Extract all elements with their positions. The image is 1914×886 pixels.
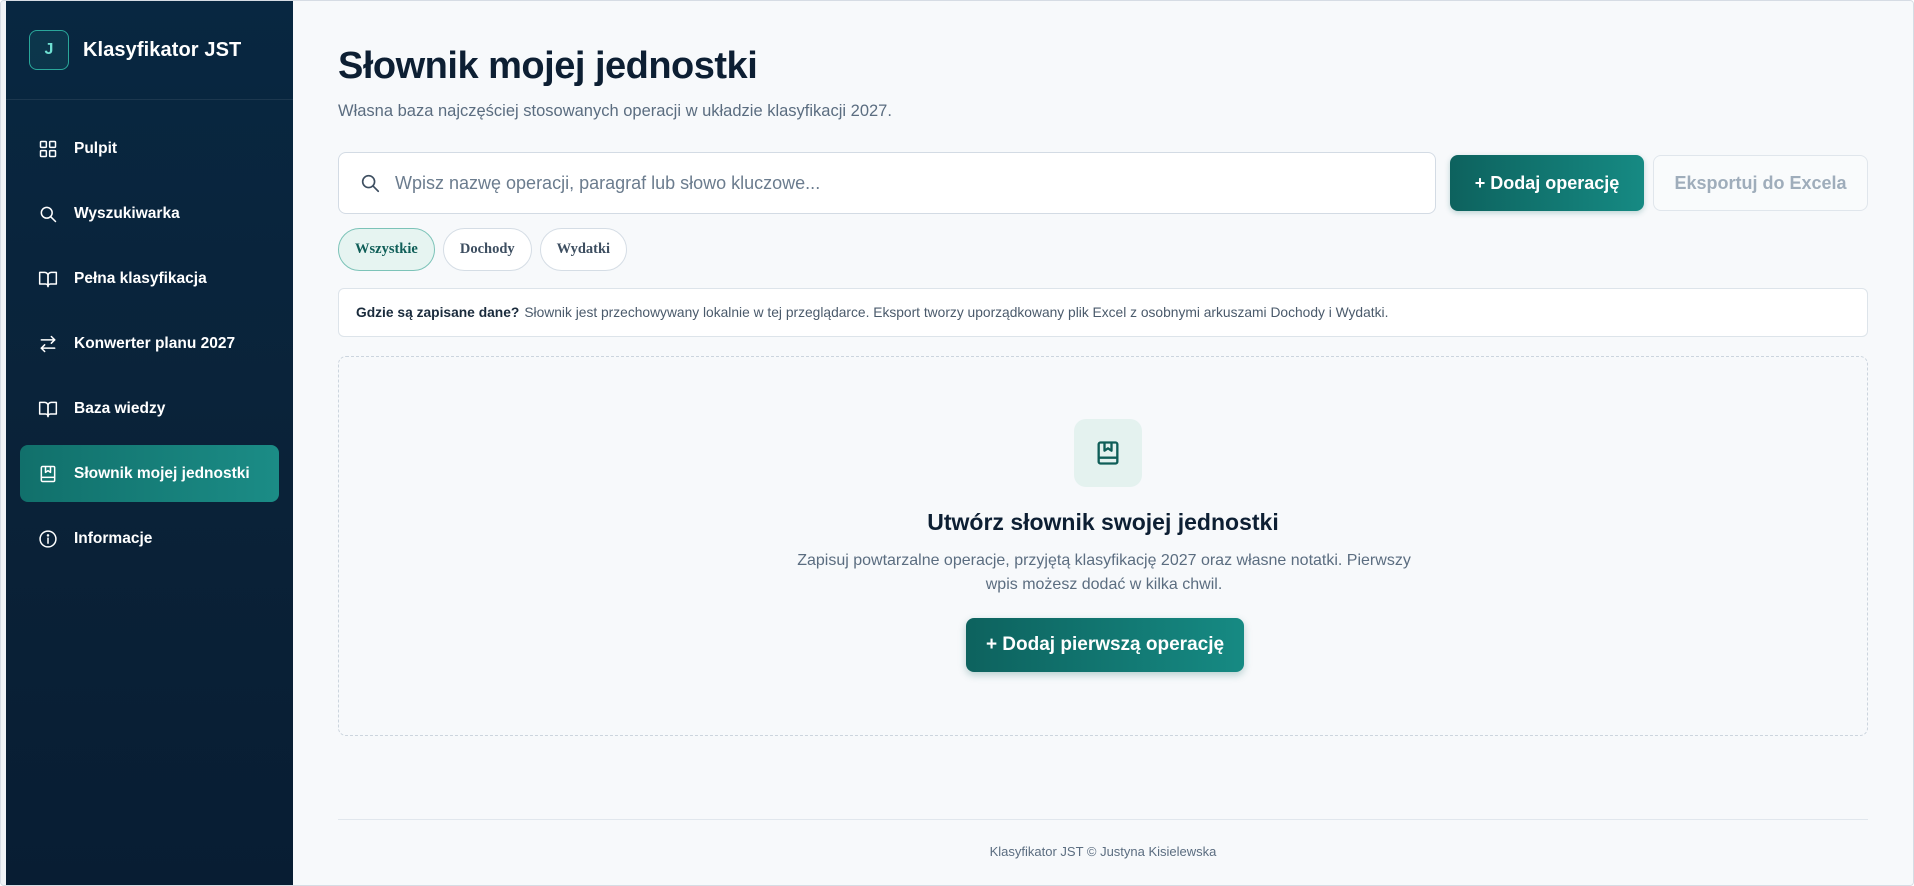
brand-name: Klasyfikator JST [83, 38, 242, 61]
info-text: Słownik jest przechowywany lokalnie w te… [524, 305, 1389, 320]
sidebar-item-label: Baza wiedzy [74, 399, 166, 417]
storage-info-box: Gdzie są zapisane dane? Słownik jest prz… [338, 288, 1868, 337]
grid-icon [39, 140, 57, 157]
footer-divider [338, 819, 1868, 820]
sidebar-item-wyszukiwarka[interactable]: Wyszukiwarka [20, 185, 279, 242]
book-open-icon [38, 271, 58, 287]
search-icon [40, 206, 57, 222]
sidebar-item-label: Pulpit [74, 139, 118, 157]
sidebar-item-pulpit[interactable]: Pulpit [20, 120, 279, 177]
add-first-operation-button[interactable]: + Dodaj pierwszą operację [966, 618, 1244, 672]
filter-chip-wydatki[interactable]: Wydatki [539, 228, 628, 271]
footer-text: Klasyfikator JST © Justyna Kisielewska [989, 844, 1217, 859]
filter-chip-wszystkie[interactable]: Wszystkie [338, 228, 435, 271]
empty-state-text: Zapisuj powtarzalne operacje, przyjętą k… [797, 552, 1411, 593]
sidebar-item-label: Wyszukiwarka [74, 204, 180, 222]
add-operation-button[interactable]: + Dodaj operację [1450, 155, 1644, 211]
sidebar-item-label: Informacje [74, 529, 153, 547]
main-content: Słownik mojej jednostki Własna baza najc… [293, 1, 1913, 885]
sidebar-item-label: Pełna klasyfikacja [74, 269, 207, 287]
search-icon [361, 174, 380, 193]
info-question: Gdzie są zapisane dane? [356, 305, 520, 320]
page-subtitle: Własna baza najczęściej stosowanych oper… [338, 102, 892, 120]
book-open-icon [38, 401, 58, 417]
brand[interactable]: J Klasyfikator JST [6, 1, 293, 100]
sidebar-item-baza-wiedzy[interactable]: Baza wiedzy [20, 380, 279, 437]
app-window: J Klasyfikator JST Pulpit Wyszukiwarka P… [0, 0, 1914, 886]
brand-logo: J [29, 30, 69, 70]
sidebar-item-label: Słownik mojej jednostki [74, 464, 250, 482]
bookmark-book-icon [1097, 441, 1119, 465]
filter-chips: Wszystkie Dochody Wydatki [338, 228, 635, 271]
empty-state-title: Utwórz słownik swojej jednostki [927, 509, 1279, 535]
export-excel-button[interactable]: Eksportuj do Excela [1653, 155, 1868, 211]
arrows-left-right-icon [40, 335, 56, 352]
sidebar-item-informacje[interactable]: Informacje [20, 510, 279, 567]
bookmark-book-icon [40, 465, 56, 482]
search-box[interactable] [338, 152, 1436, 214]
sidebar-item-konwerter[interactable]: Konwerter planu 2027 [20, 315, 279, 372]
empty-state: Utwórz słownik swojej jednostki Zapisuj … [338, 356, 1868, 736]
info-circle-icon [39, 529, 57, 548]
sidebar-item-pelna-klasyfikacja[interactable]: Pełna klasyfikacja [20, 250, 279, 307]
sidebar: J Klasyfikator JST Pulpit Wyszukiwarka P… [1, 1, 293, 885]
sidebar-item-label: Konwerter planu 2027 [74, 334, 236, 352]
empty-state-icon-wrapper [1074, 419, 1142, 487]
page-title: Słownik mojej jednostki [338, 45, 758, 87]
sidebar-nav: Pulpit Wyszukiwarka Pełna klasyfikacja K… [6, 100, 293, 567]
search-input[interactable] [395, 172, 1415, 194]
sidebar-item-slownik[interactable]: Słownik mojej jednostki [20, 445, 279, 502]
filter-chip-dochody[interactable]: Dochody [442, 228, 532, 271]
